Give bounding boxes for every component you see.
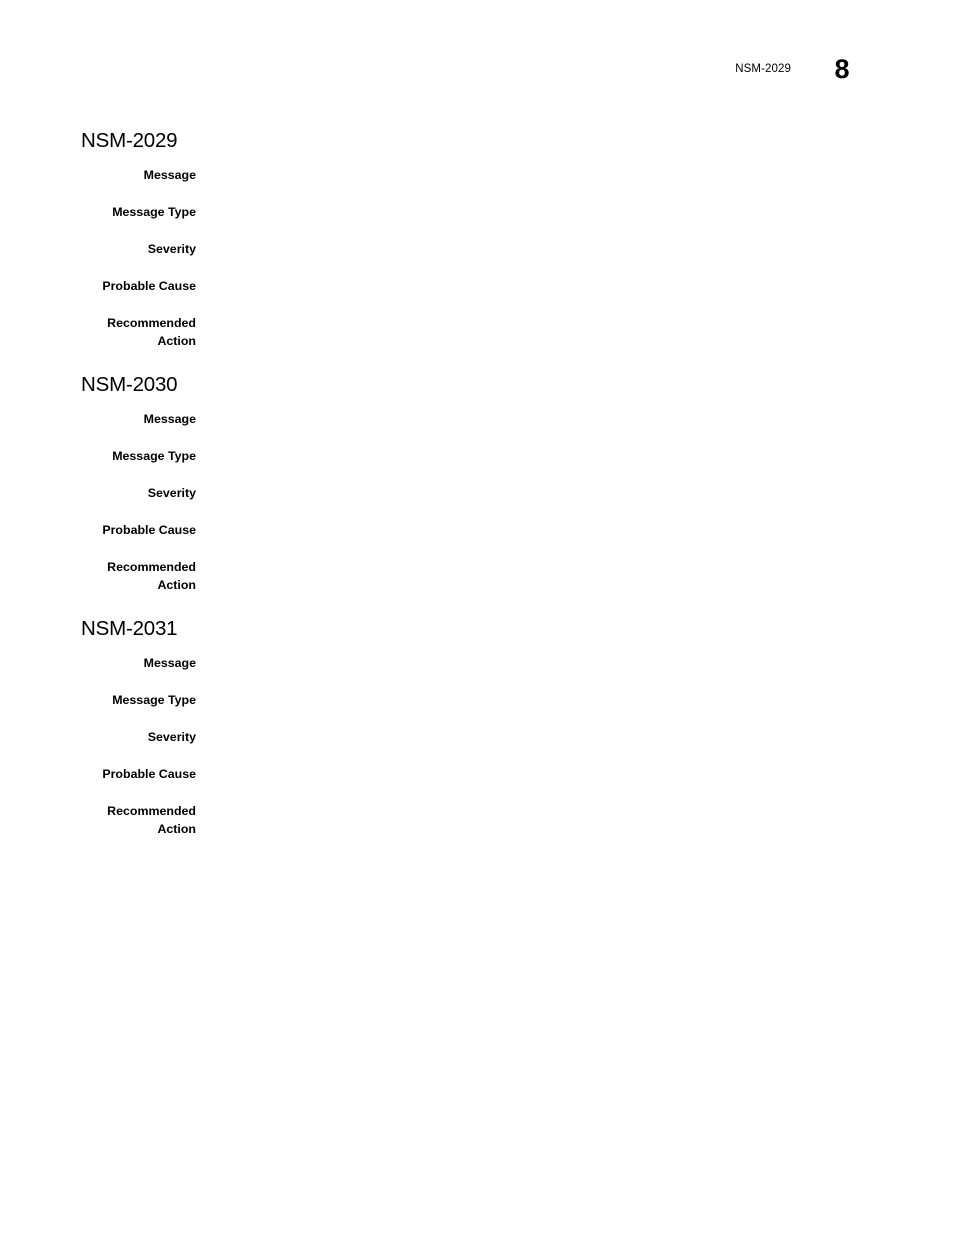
field-value-message [196,410,881,428]
field-row: Message Type [81,691,881,709]
field-label-message-type: Message Type [112,693,196,707]
field-row: Severity [81,484,881,502]
header-chapter-label: NSM-2029 [735,63,791,75]
field-value-probable-cause [196,277,881,295]
field-value-severity [196,728,881,746]
field-label-message-type: Message Type [112,205,196,219]
field-row: Message [81,166,881,184]
message-section: NSM-2031 Message Message Type Severity P… [81,616,881,838]
field-label-severity: Severity [147,242,196,256]
running-header: NSM-2029 8 [0,52,954,96]
field-value-message [196,166,881,184]
field-row: Message Type [81,447,881,465]
field-label-message-type: Message Type [112,449,196,463]
field-label-message: Message [143,168,196,182]
document-page: NSM-2029 8 NSM-2029 Message Message Type… [0,0,954,1235]
section-heading: NSM-2030 [81,373,178,396]
field-value-severity [196,484,881,502]
field-row: Message [81,410,881,428]
field-row: Probable Cause [81,521,881,539]
field-value-recommended-action [196,558,881,576]
message-section: NSM-2030 Message Message Type Severity P… [81,372,881,594]
field-value-probable-cause [196,765,881,783]
field-label-probable-cause: Probable Cause [102,767,196,781]
field-label-severity: Severity [147,730,196,744]
field-value-message-type [196,447,881,465]
field-value-message-type [196,203,881,221]
field-label-probable-cause: Probable Cause [102,279,196,293]
page-number: 8 [834,54,850,84]
field-label-severity: Severity [147,486,196,500]
field-label-probable-cause: Probable Cause [102,523,196,537]
field-row: Message [81,654,881,672]
field-list: Message Message Type Severity Probable C… [81,410,881,594]
field-row: Message Type [81,203,881,221]
field-list: Message Message Type Severity Probable C… [81,166,881,350]
field-label-recommended-action: Recommended Action [107,316,196,348]
field-row: Recommended Action [81,558,881,594]
field-row: Severity [81,240,881,258]
field-label-recommended-action: Recommended Action [107,804,196,836]
field-row: Recommended Action [81,802,881,838]
field-value-recommended-action [196,802,881,820]
field-value-probable-cause [196,521,881,539]
field-value-message [196,654,881,672]
field-row: Probable Cause [81,277,881,295]
page-content: NSM-2029 Message Message Type Severity P… [81,128,881,838]
message-section: NSM-2029 Message Message Type Severity P… [81,128,881,350]
field-value-severity [196,240,881,258]
field-row: Severity [81,728,881,746]
field-value-message-type [196,691,881,709]
field-list: Message Message Type Severity Probable C… [81,654,881,838]
field-label-message: Message [143,412,196,426]
section-heading: NSM-2031 [81,617,178,640]
field-label-recommended-action: Recommended Action [107,560,196,592]
section-heading: NSM-2029 [81,129,178,152]
field-label-message: Message [143,656,196,670]
field-row: Probable Cause [81,765,881,783]
field-value-recommended-action [196,314,881,332]
field-row: Recommended Action [81,314,881,350]
